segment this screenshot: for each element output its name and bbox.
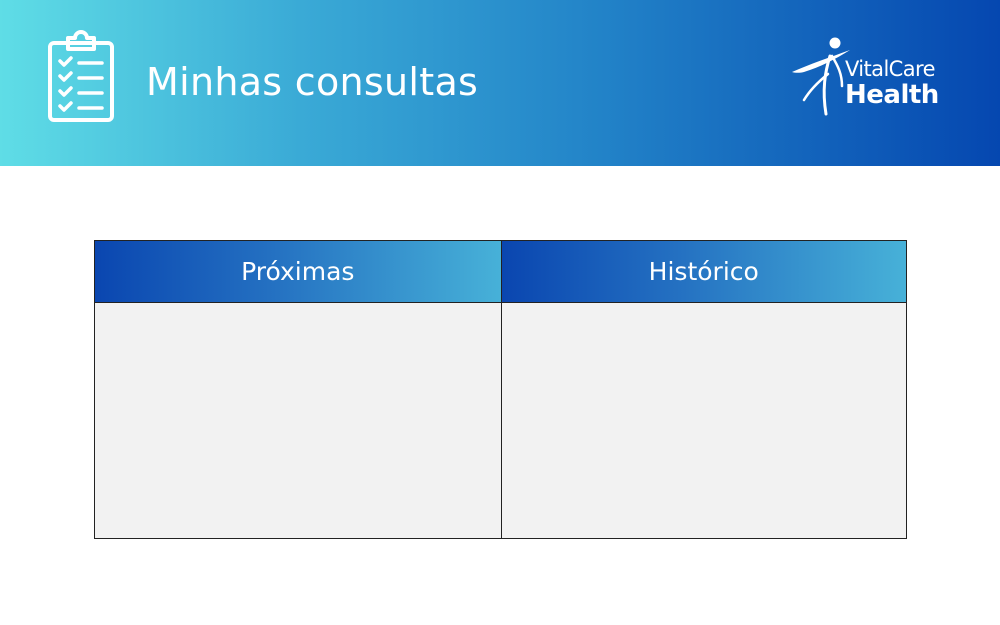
tab-label-historico: Histórico — [648, 256, 759, 286]
tab-historico[interactable]: Histórico — [501, 241, 906, 303]
upcoming-panel — [95, 303, 501, 538]
brand-logo: VitalCare Health — [790, 34, 960, 118]
clipboard-checklist-icon — [48, 30, 114, 122]
tab-label-proximas: Próximas — [241, 256, 355, 286]
app-header: Minhas consultas VitalCare Health — [0, 0, 1000, 166]
upcoming-column: Próximas — [95, 241, 501, 538]
tab-proximas[interactable]: Próximas — [95, 241, 501, 303]
appointments-tabs: Próximas Histórico — [94, 240, 907, 539]
history-column: Histórico — [500, 241, 906, 538]
history-panel — [501, 303, 906, 538]
page-title: Minhas consultas — [146, 60, 479, 104]
brand-name-line2: Health — [845, 80, 939, 110]
